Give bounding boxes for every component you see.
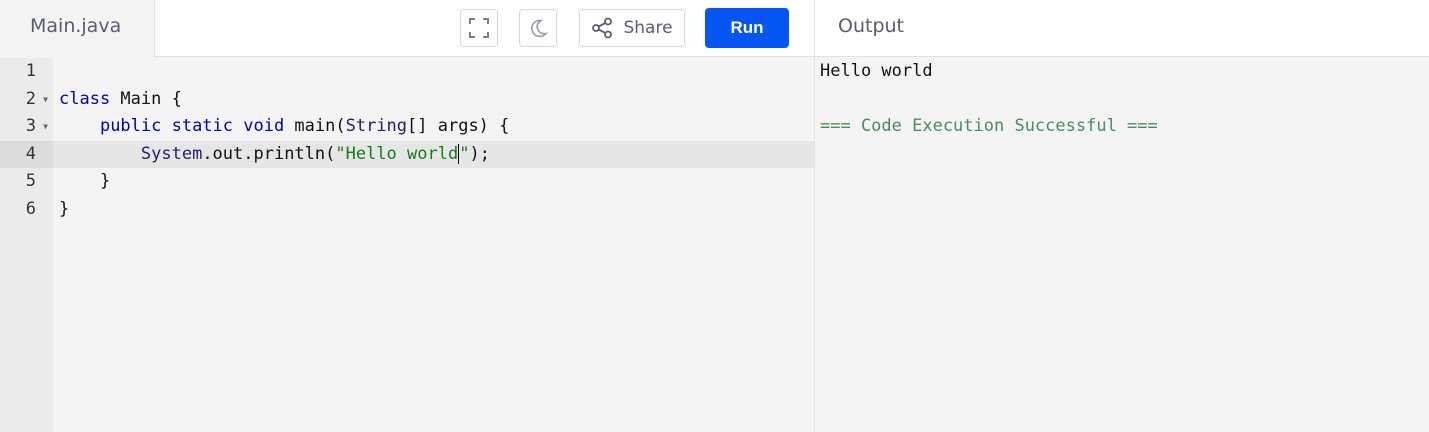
output-line: Hello world — [820, 61, 933, 81]
fullscreen-button[interactable] — [460, 9, 498, 47]
top-bar: Main.java Share Run Output — [0, 0, 1429, 58]
gutter-line-6: 6 — [0, 196, 53, 224]
fold-arrow-icon[interactable]: ▼ — [43, 86, 48, 114]
code-line-1[interactable] — [53, 58, 814, 86]
output-success-line: === Code Execution Successful === — [820, 116, 1158, 136]
code-text: ); — [469, 143, 490, 164]
code-text: .out.println( — [202, 143, 336, 164]
line-number: 2 — [25, 88, 36, 109]
gutter-line-3: 3 ▼ — [0, 113, 53, 141]
gutter-line-5: 5 — [0, 168, 53, 196]
share-label: Share — [623, 18, 673, 38]
code-editor[interactable]: class Main { public static void main(Str… — [53, 58, 814, 432]
line-number: 5 — [25, 171, 36, 191]
code-line-6[interactable]: } — [53, 196, 814, 224]
code-text: main( — [284, 116, 346, 136]
code-line-4[interactable]: System.out.println("Hello world"); — [53, 140, 814, 168]
code-line-3[interactable]: public static void main(String[] args) { — [53, 113, 814, 141]
code-text: [] args) { — [407, 116, 510, 136]
share-button[interactable]: Share — [579, 9, 685, 47]
keyword: class — [59, 88, 111, 109]
type-name: String — [345, 116, 408, 136]
type-name: System — [140, 143, 203, 164]
fold-arrow-icon[interactable]: ▼ — [43, 113, 48, 141]
run-button[interactable]: Run — [705, 8, 789, 48]
gutter-line-2: 2 ▼ — [0, 86, 53, 114]
string-literal: "Hello world — [335, 143, 459, 164]
output-panel: Hello world === Code Execution Successfu… — [815, 58, 1429, 432]
code-line-5[interactable]: } — [53, 168, 814, 196]
string-literal: " — [459, 143, 470, 164]
gutter-line-1: 1 — [0, 58, 53, 86]
moon-icon — [531, 19, 549, 38]
line-number: 3 — [25, 116, 36, 136]
line-number: 1 — [25, 61, 36, 81]
code-line-2[interactable]: class Main { — [53, 86, 814, 114]
file-tab[interactable]: Main.java — [0, 0, 155, 58]
line-number: 6 — [25, 198, 36, 219]
code-text: Main { — [110, 88, 182, 109]
line-number-gutter: 1 2 ▼ 3 ▼ 4 5 6 — [0, 58, 53, 432]
output-title: Output — [838, 15, 904, 37]
dark-mode-button[interactable] — [519, 9, 557, 47]
line-number: 4 — [25, 143, 36, 164]
share-icon — [592, 17, 613, 39]
fullscreen-icon — [469, 18, 489, 38]
gutter-line-4: 4 — [0, 140, 53, 168]
keyword: public static void — [99, 116, 285, 136]
